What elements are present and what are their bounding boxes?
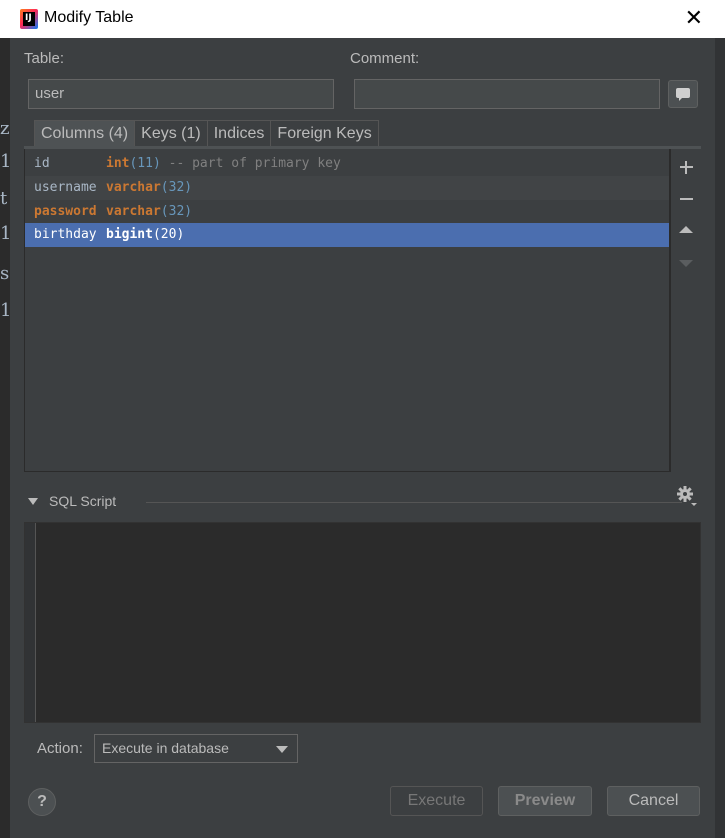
action-selected: Execute in database — [102, 740, 229, 756]
move-up-icon[interactable] — [671, 216, 701, 246]
tab-keys[interactable]: Keys (1) — [134, 120, 208, 146]
dialog-title: Modify Table — [44, 9, 134, 26]
action-dropdown[interactable]: Execute in database — [94, 734, 298, 763]
add-icon[interactable] — [671, 152, 701, 182]
column-row-birthday[interactable]: birthday bigint(20) — [25, 223, 669, 247]
cancel-button[interactable]: Cancel — [607, 786, 700, 816]
column-length: (20) — [152, 227, 185, 242]
column-row-id[interactable]: id int(11) -- part of primary key — [25, 152, 669, 176]
editor-gutter — [25, 523, 36, 722]
column-length: (11) — [129, 156, 161, 171]
column-comment: -- part of primary key — [160, 156, 341, 171]
column-length: (32) — [160, 180, 193, 195]
column-row-username[interactable]: username varchar(32) — [25, 176, 669, 200]
gear-icon[interactable] — [674, 484, 698, 508]
divider — [146, 502, 682, 503]
column-type: varchar — [106, 180, 161, 195]
comment-input[interactable] — [354, 79, 660, 109]
sql-script-header[interactable]: SQL Script — [28, 492, 682, 512]
action-label: Action: — [37, 740, 83, 757]
tab-strip: Columns (4) Keys (1) Indices Foreign Key… — [34, 120, 379, 146]
close-icon[interactable]: ✕ — [685, 6, 703, 31]
chevron-down-icon — [276, 746, 288, 753]
columns-list: id int(11) -- part of primary key usernam… — [24, 149, 670, 472]
preview-button[interactable]: Preview — [498, 786, 592, 816]
column-type: bigint — [106, 227, 153, 242]
background-editor-gutter: z 1 t 1 s 1 — [0, 38, 11, 838]
help-button[interactable]: ? — [28, 788, 56, 816]
tab-foreign-keys[interactable]: Foreign Keys — [270, 120, 379, 146]
table-label: Table: — [24, 50, 65, 67]
sql-script-editor[interactable] — [24, 522, 701, 723]
tab-indices[interactable]: Indices — [206, 120, 272, 146]
execute-button[interactable]: Execute — [390, 786, 483, 816]
move-down-icon[interactable] — [671, 248, 701, 278]
tab-columns[interactable]: Columns (4) — [34, 120, 136, 146]
column-name: id — [34, 156, 50, 171]
column-name: password — [34, 204, 97, 219]
column-toolbar — [670, 149, 701, 472]
modify-table-dialog: IJ Modify Table ✕ Table: user Comment: C… — [0, 0, 725, 838]
sql-script-title: SQL Script — [49, 493, 117, 509]
gutter-char: s — [0, 263, 10, 284]
comment-label: Comment: — [350, 50, 420, 67]
collapse-triangle-icon[interactable] — [28, 498, 38, 505]
title-bar[interactable]: IJ Modify Table ✕ — [0, 0, 725, 38]
table-name-input[interactable]: user — [28, 79, 334, 109]
comment-editor-icon[interactable] — [668, 80, 698, 108]
column-name: username — [34, 180, 97, 195]
column-length: (32) — [160, 204, 193, 219]
intellij-idea-icon: IJ — [20, 9, 38, 29]
column-type: int — [106, 156, 130, 171]
column-type: varchar — [106, 204, 161, 219]
gutter-char: t — [0, 188, 8, 209]
column-name: birthday — [34, 227, 97, 242]
column-row-password[interactable]: password varchar(32) — [25, 200, 669, 224]
remove-icon[interactable] — [671, 184, 701, 214]
gutter-char: z — [0, 118, 10, 139]
